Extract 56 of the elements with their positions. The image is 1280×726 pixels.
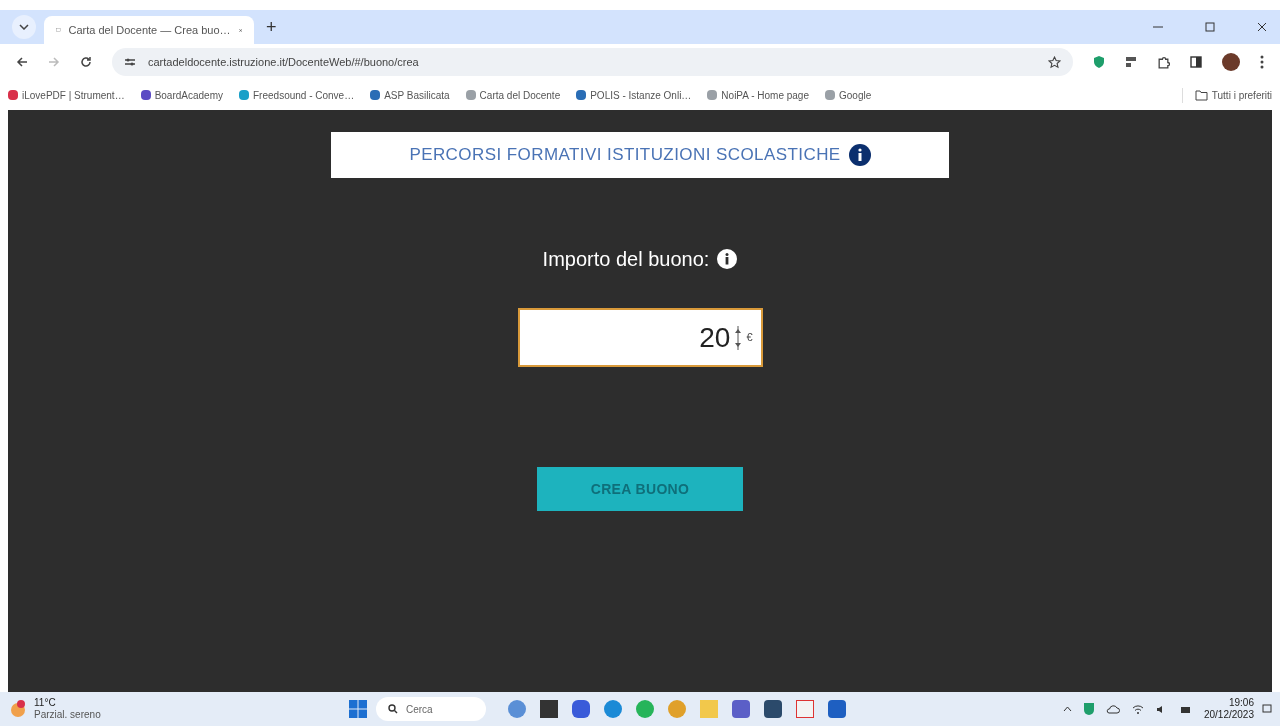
extension-icon[interactable] <box>1093 55 1105 69</box>
taskbar-app-icon[interactable] <box>828 700 846 718</box>
star-icon[interactable] <box>1048 55 1061 69</box>
info-icon[interactable] <box>848 144 871 166</box>
search-icon <box>388 704 398 714</box>
profile-avatar[interactable] <box>1222 53 1240 71</box>
bookmark[interactable]: Freedsound - Conve… <box>239 87 355 103</box>
address-bar[interactable]: cartadeldocente.istruzione.it/DocenteWeb/#/buono/crea <box>112 48 1073 76</box>
taskbar-app-icon[interactable] <box>604 700 622 718</box>
taskbar-app-icon[interactable] <box>764 700 782 718</box>
menu-icon[interactable] <box>1260 55 1264 69</box>
bookmark[interactable]: ASP Basilicata <box>370 87 450 103</box>
bookmark[interactable]: BoardAcademy <box>140 87 223 103</box>
shield-icon[interactable] <box>1083 703 1094 715</box>
close-icon[interactable] <box>1256 21 1268 33</box>
cloud-icon[interactable] <box>1105 704 1120 714</box>
maximize-icon[interactable] <box>1204 21 1216 33</box>
bookmark[interactable]: Carta del Docente <box>465 87 561 103</box>
bookmark[interactable]: iLovePDF | Strument… <box>8 87 125 103</box>
amount-input[interactable]: 20 € <box>517 308 763 367</box>
site-settings-icon[interactable] <box>124 56 136 68</box>
browser-tab[interactable]: Carta del Docente — Crea buo… <box>44 16 254 44</box>
weather-widget[interactable]: 11°C Parzial. sereno <box>8 696 348 722</box>
wifi-icon[interactable] <box>1131 704 1144 714</box>
reload-icon[interactable] <box>80 56 92 68</box>
start-icon[interactable] <box>348 699 368 719</box>
caret-icon <box>19 24 29 30</box>
taskbar-search[interactable]: Cerca <box>376 697 486 721</box>
taskbar-app-icon[interactable] <box>732 700 750 718</box>
currency-unit: € <box>746 330 753 346</box>
taskbar-app-icon[interactable] <box>508 700 526 718</box>
tab-list-button[interactable] <box>12 15 36 39</box>
battery-icon[interactable] <box>1179 704 1192 714</box>
bookmark[interactable]: Google <box>825 87 872 103</box>
taskbar-app-icon[interactable] <box>796 700 814 718</box>
temperature: 11°C <box>34 696 57 709</box>
chevron-up-icon[interactable] <box>1062 706 1072 712</box>
puzzle-icon[interactable] <box>1157 55 1170 69</box>
extension-icon[interactable] <box>1125 56 1137 68</box>
url-text: cartadeldocente.istruzione.it/DocenteWeb/#/buono/crea <box>148 54 420 70</box>
bookmark[interactable]: NoiPA - Home page <box>707 87 809 103</box>
all-bookmarks-button[interactable]: Tutti i preferiti <box>1181 87 1272 103</box>
notification-icon[interactable] <box>1262 704 1272 714</box>
back-arrow-icon[interactable] <box>16 56 28 68</box>
tab-title: Carta del Docente — Crea buo… <box>68 22 231 38</box>
category-title: PERCORSI FORMATIVI ISTITUZIONI SCOLASTICHE <box>409 144 841 167</box>
info-icon[interactable] <box>717 249 738 269</box>
folder-icon <box>1194 89 1208 101</box>
clock[interactable]: 19:06 20/12/2023 <box>1203 696 1254 722</box>
bookmark[interactable]: POLIS - Istanze Onli… <box>576 87 692 103</box>
amount-label: Importo del buono: <box>542 247 710 272</box>
side-panel-icon[interactable] <box>1190 56 1202 68</box>
weather-condition: Parzial. sereno <box>34 709 101 722</box>
spinner-icon[interactable] <box>734 325 743 350</box>
taskbar-app-icon[interactable] <box>572 700 590 718</box>
new-tab-button[interactable]: + <box>262 13 281 41</box>
